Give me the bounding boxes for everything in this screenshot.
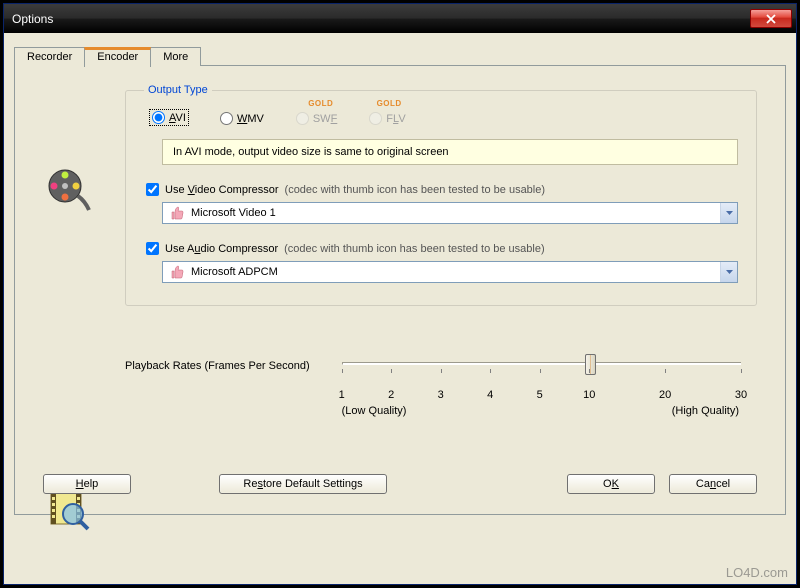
tab-recorder[interactable]: Recorder xyxy=(14,47,85,66)
film-reel-icon xyxy=(45,166,93,217)
radio-swf: GOLD SWF xyxy=(296,112,337,125)
output-type-group: Output Type AVI WMV GOLD SWF xyxy=(125,84,757,306)
gold-badge-icon: GOLD xyxy=(377,99,402,108)
high-quality-label: (High Quality) xyxy=(672,405,739,417)
audio-compressor-select[interactable]: Microsoft ADPCM xyxy=(162,261,738,283)
tab-strip: Recorder Encoder More xyxy=(14,47,786,66)
video-compressor-hint: (codec with thumb icon has been tested t… xyxy=(285,184,546,196)
help-button[interactable]: Help xyxy=(43,474,131,494)
titlebar[interactable]: Options xyxy=(4,4,796,33)
watermark: LO4D.com xyxy=(726,565,788,580)
audio-compressor-label: Use Audio Compressor xyxy=(165,243,278,255)
encoder-panel: Output Type AVI WMV GOLD SWF xyxy=(14,65,786,515)
restore-defaults-button[interactable]: Restore Default Settings xyxy=(219,474,387,494)
thumb-up-icon xyxy=(167,264,187,280)
video-compressor-select[interactable]: Microsoft Video 1 xyxy=(162,202,738,224)
close-button[interactable] xyxy=(750,9,792,28)
playback-slider[interactable]: 1 2 3 4 5 10 20 30 (Low Quality) (High Q… xyxy=(342,354,765,417)
cancel-button[interactable]: Cancel xyxy=(669,474,757,494)
low-quality-label: (Low Quality) xyxy=(342,405,407,417)
video-compressor-value: Microsoft Video 1 xyxy=(191,207,720,219)
radio-flv: GOLD FLV xyxy=(369,112,405,125)
chevron-down-icon xyxy=(720,262,737,282)
output-type-legend: Output Type xyxy=(144,84,212,96)
slider-ticks xyxy=(342,369,741,377)
radio-swf-input xyxy=(296,112,309,125)
ok-button[interactable]: OK xyxy=(567,474,655,494)
tab-encoder[interactable]: Encoder xyxy=(84,47,151,67)
radio-wmv[interactable]: WMV xyxy=(220,112,264,125)
slider-tick-labels: 1 2 3 4 5 10 20 30 xyxy=(342,389,741,403)
options-dialog: Options Recorder Encoder More xyxy=(3,3,797,585)
radio-flv-input xyxy=(369,112,382,125)
gold-badge-icon: GOLD xyxy=(308,99,333,108)
radio-avi[interactable]: AVI xyxy=(150,110,188,125)
radio-wmv-input[interactable] xyxy=(220,112,233,125)
window-title: Options xyxy=(12,12,750,26)
audio-compressor-hint: (codec with thumb icon has been tested t… xyxy=(284,243,545,255)
chevron-down-icon xyxy=(720,203,737,223)
output-hint: In AVI mode, output video size is same t… xyxy=(162,139,738,165)
radio-avi-input[interactable] xyxy=(152,111,165,124)
tab-more[interactable]: More xyxy=(150,47,201,66)
close-icon xyxy=(766,14,776,24)
video-compressor-label: Use Video Compressor xyxy=(165,184,279,196)
audio-compressor-checkbox[interactable] xyxy=(146,242,159,255)
thumb-up-icon xyxy=(167,205,187,221)
playback-rate-label: Playback Rates (Frames Per Second) xyxy=(125,360,310,372)
audio-compressor-value: Microsoft ADPCM xyxy=(191,266,720,278)
video-compressor-checkbox[interactable] xyxy=(146,183,159,196)
